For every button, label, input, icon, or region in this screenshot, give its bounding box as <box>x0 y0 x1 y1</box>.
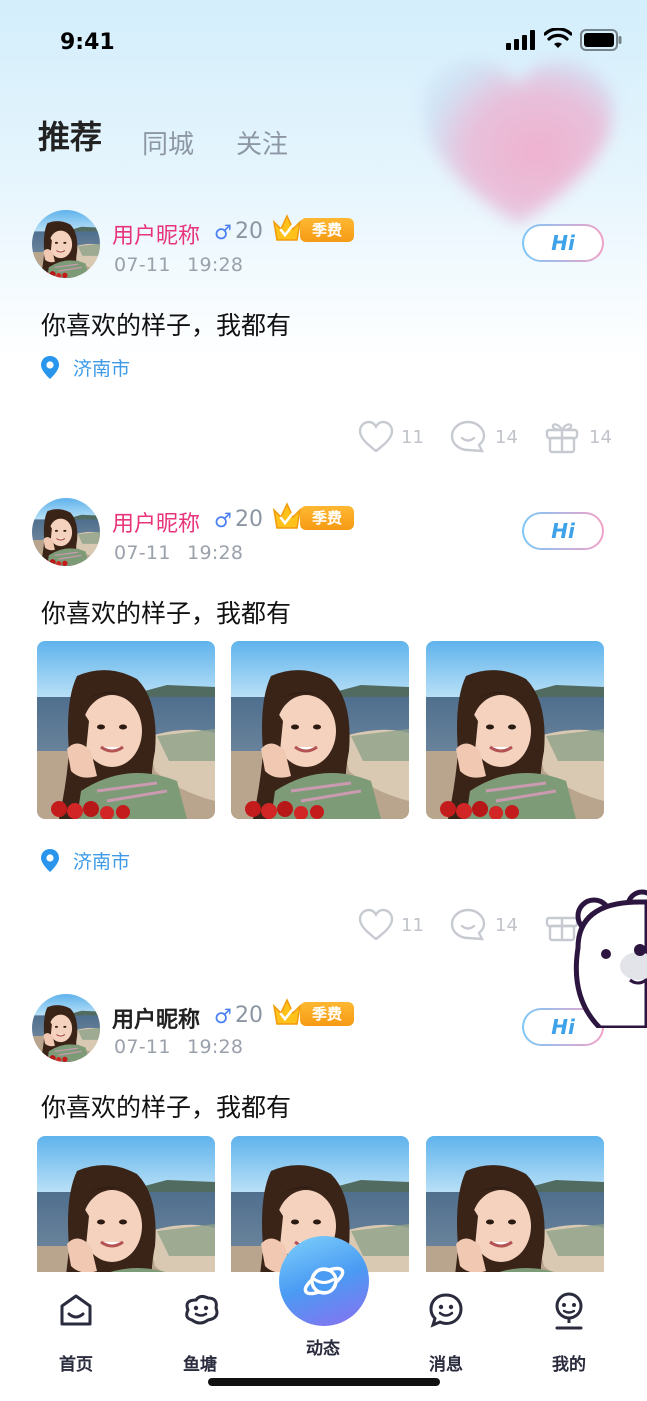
post-content: 你喜欢的样子，我都有 <box>41 311 292 340</box>
post-date: 07-11 <box>114 1036 171 1058</box>
age: 20 <box>235 507 263 532</box>
like-count: 11 <box>401 427 424 448</box>
crown-icon <box>272 214 302 241</box>
tab-following-label: 关注 <box>236 130 289 160</box>
nav-profile-label: 我的 <box>552 1355 586 1375</box>
photo-grid <box>37 641 605 819</box>
nav-profile[interactable]: 我的 <box>529 1288 609 1375</box>
post-date: 07-11 <box>114 254 171 276</box>
tab-same-city-label: 同城 <box>142 130 195 160</box>
location-pin-icon <box>41 849 59 872</box>
post-photo[interactable] <box>426 1136 604 1272</box>
heart-icon[interactable] <box>358 420 394 454</box>
wifi-icon <box>544 28 572 48</box>
comment-icon[interactable] <box>450 420 486 454</box>
feed-post: 用户昵称 ♂ 20 季费 07-11 19:28 Hi 你喜欢的样子，我都有 济… <box>0 498 647 948</box>
avatar[interactable] <box>32 210 100 278</box>
post-content: 你喜欢的样子，我都有 <box>41 599 292 628</box>
home-indicator <box>208 1378 440 1386</box>
post-photo[interactable] <box>426 641 604 819</box>
comment-count: 14 <box>495 427 518 448</box>
post-actions: 11 14 <box>0 908 647 944</box>
gift-icon[interactable] <box>544 420 580 454</box>
post-content: 你喜欢的样子，我都有 <box>41 1093 292 1122</box>
nav-home-label: 首页 <box>59 1355 93 1375</box>
tab-same-city[interactable]: 同城 <box>142 124 194 161</box>
gender-male-icon: ♂ <box>214 220 232 244</box>
nav-message-label: 消息 <box>429 1355 463 1375</box>
pond-icon <box>185 1294 219 1325</box>
post-datetime: 07-11 19:28 <box>114 254 243 276</box>
vip-label: 季费 <box>300 1002 354 1026</box>
post-photo[interactable] <box>37 641 215 819</box>
comment-icon[interactable] <box>450 908 486 942</box>
like-count: 11 <box>401 915 424 936</box>
hi-button[interactable]: Hi <box>522 224 604 262</box>
post-time: 19:28 <box>187 1036 244 1058</box>
post-photo[interactable] <box>231 641 409 819</box>
tab-following[interactable]: 关注 <box>236 124 288 161</box>
nickname[interactable]: 用户昵称 <box>112 218 200 250</box>
feed-post: 用户昵称 ♂ 20 季费 07-11 19:28 Hi 你喜欢的样子，我都有 <box>0 994 647 1274</box>
avatar[interactable] <box>32 994 100 1062</box>
planet-icon <box>303 1266 345 1296</box>
bear-mascot-icon[interactable] <box>560 888 647 1028</box>
nickname[interactable]: 用户昵称 <box>112 506 200 538</box>
crown-icon <box>272 998 302 1025</box>
gift-count: 14 <box>589 427 612 448</box>
location-text: 济南市 <box>73 851 131 873</box>
battery-icon <box>580 29 622 51</box>
post-time: 19:28 <box>187 254 244 276</box>
nav-pond[interactable]: 鱼塘 <box>160 1288 240 1375</box>
nav-moments-button[interactable] <box>279 1236 369 1326</box>
signal-icon <box>506 30 535 50</box>
nickname[interactable]: 用户昵称 <box>112 1002 200 1034</box>
hi-button[interactable]: Hi <box>522 512 604 550</box>
vip-label: 季费 <box>300 218 354 242</box>
nav-home[interactable]: 首页 <box>36 1288 116 1375</box>
crown-icon <box>272 502 302 529</box>
nav-pond-label: 鱼塘 <box>183 1355 217 1375</box>
tab-recommend[interactable]: 推荐 <box>34 112 108 158</box>
nav-message[interactable]: 消息 <box>406 1288 486 1375</box>
profile-icon <box>555 1292 583 1330</box>
status-time: 9:41 <box>60 30 115 55</box>
status-bar: 9:41 <box>0 0 647 88</box>
post-date: 07-11 <box>114 542 171 564</box>
post-time: 19:28 <box>187 542 244 564</box>
gender-male-icon: ♂ <box>214 508 232 532</box>
feed-post: 用户昵称 ♂ 20 季费 07-11 19:28 Hi 你喜欢的样子，我都有 济… <box>0 210 647 460</box>
post-photo[interactable] <box>37 1136 215 1272</box>
post-actions: 11 14 14 <box>0 420 647 456</box>
comment-count: 14 <box>495 915 518 936</box>
gender-male-icon: ♂ <box>214 1004 232 1028</box>
post-datetime: 07-11 19:28 <box>114 542 243 564</box>
post-datetime: 07-11 19:28 <box>114 1036 243 1058</box>
vip-badge: 季费 <box>270 212 356 246</box>
location-pin-icon <box>41 356 59 379</box>
heart-icon[interactable] <box>358 908 394 942</box>
avatar[interactable] <box>32 498 100 566</box>
tab-recommend-label: 推荐 <box>38 118 103 156</box>
location-text: 济南市 <box>73 358 131 380</box>
vip-badge: 季费 <box>270 996 356 1030</box>
age: 20 <box>235 1003 263 1028</box>
vip-badge: 季费 <box>270 500 356 534</box>
age: 20 <box>235 219 263 244</box>
feed-tabs: 推荐 同城 关注 <box>34 112 438 172</box>
home-icon <box>60 1294 92 1326</box>
nav-moments-label: 动态 <box>306 1339 340 1359</box>
message-icon <box>429 1293 463 1328</box>
vip-label: 季费 <box>300 506 354 530</box>
